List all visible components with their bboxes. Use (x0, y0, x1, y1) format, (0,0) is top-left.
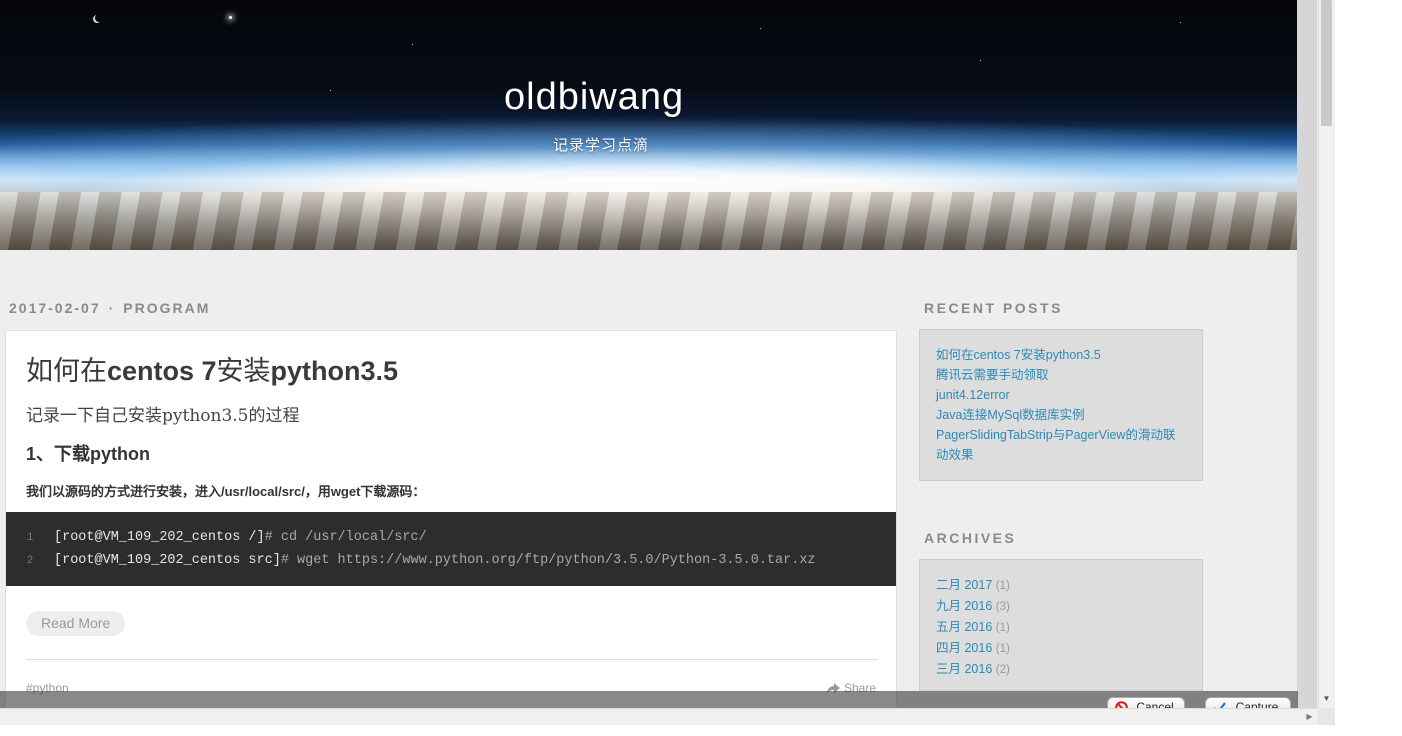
post-paragraph: 我们以源码的方式进行安装，进入/usr/local/src/，用wget下载源码… (26, 484, 426, 499)
code-prompt: [root@VM_109_202_centos /] (54, 530, 265, 545)
star-decoration (412, 44, 413, 45)
code-line: 1 [root@VM_109_202_centos /]# cd /usr/loc… (6, 526, 896, 549)
recent-post-link[interactable]: 腾讯云需要手动领取 (936, 365, 1187, 385)
post-title[interactable]: 如何在centos 7安装python3.5 (26, 349, 398, 388)
line-number: 2 (26, 555, 34, 567)
star-decoration (980, 60, 981, 61)
code-line: 2 [root@VM_109_202_centos src]# wget http… (6, 549, 896, 572)
post-divider (26, 659, 878, 660)
archive-item: 三月 2016 (2) (936, 659, 1187, 680)
archive-item: 九月 2016 (3) (936, 596, 1187, 617)
recent-post-link[interactable]: PagerSlidingTabStrip与PagerView的滑动联动效果 (936, 425, 1187, 465)
scrollbar-corner (1318, 708, 1335, 725)
code-command: # wget https://www.python.org/ftp/python… (280, 553, 816, 568)
post-title-end: python3.5 (270, 356, 399, 386)
read-more-button[interactable]: Read More (26, 611, 126, 636)
window-scrollbar-thumb[interactable] (1321, 0, 1332, 126)
star-decoration (330, 90, 331, 91)
recent-post-link[interactable]: Java连接MySql数据库实例 (936, 405, 1187, 425)
archive-item: 四月 2016 (1) (936, 638, 1187, 659)
post-title-mid: 安装 (216, 356, 271, 386)
archive-link[interactable]: 三月 2016 (936, 662, 992, 676)
site-subtitle: 记录学习点滴 (553, 137, 650, 154)
cloud-layer (0, 192, 1314, 250)
archive-link[interactable]: 九月 2016 (936, 599, 992, 613)
archive-link[interactable]: 四月 2016 (936, 641, 992, 655)
star-decoration (760, 28, 761, 29)
archive-count: (1) (995, 622, 1010, 634)
archive-item: 二月 2017 (1) (936, 575, 1187, 596)
archive-count: (1) (995, 580, 1010, 592)
archive-count: (1) (995, 643, 1010, 655)
recent-post-link[interactable]: 如何在centos 7安装python3.5 (936, 345, 1187, 365)
post-section-heading: 1、下载python (26, 444, 150, 464)
scroll-right-arrow-icon[interactable]: ▶ (1301, 708, 1318, 725)
post-date: 2017-02-07 (9, 300, 101, 316)
star-decoration (229, 16, 232, 19)
recent-post-link[interactable]: junit4.12error (936, 385, 1187, 405)
post-meta: 2017-02-07 · PROGRAM (9, 300, 210, 316)
archives-title: ARCHIVES (924, 530, 1017, 546)
archive-count: (2) (995, 664, 1010, 676)
site-title[interactable]: oldbiwang (504, 76, 684, 119)
page-viewport: oldbiwang 记录学习点滴 2017-02-07 · PROGRAM 如何在c… (0, 0, 1318, 708)
post-lead: 记录一下自己安装python3.5的过程 (26, 406, 300, 426)
code-prompt: [root@VM_109_202_centos src] (54, 553, 281, 568)
archive-link[interactable]: 五月 2016 (936, 620, 992, 634)
meta-separator: · (108, 300, 116, 316)
post-title-os: centos 7 (107, 356, 217, 386)
archives-widget: 二月 2017 (1) 九月 2016 (3) 五月 2016 (1) 四月 2… (919, 559, 1203, 691)
star-decoration (1180, 22, 1181, 23)
horizontal-scrollbar[interactable] (0, 708, 1318, 725)
line-number: 1 (26, 532, 34, 544)
page-scrollbar[interactable] (1297, 0, 1317, 708)
archive-link[interactable]: 二月 2017 (936, 578, 992, 592)
recent-posts-title: RECENT POSTS (924, 300, 1063, 316)
code-block: 1 [root@VM_109_202_centos /]# cd /usr/loc… (6, 512, 896, 586)
archive-item: 五月 2016 (1) (936, 617, 1187, 638)
site-banner: oldbiwang 记录学习点滴 (0, 0, 1314, 250)
post-title-prefix: 如何在 (26, 356, 107, 386)
recent-posts-widget: 如何在centos 7安装python3.5 腾讯云需要手动领取 junit4.… (919, 329, 1203, 481)
moon-icon (95, 14, 103, 22)
capture-overlay-bar (0, 691, 1298, 708)
post-category-link[interactable]: PROGRAM (123, 300, 210, 316)
post-card: 如何在centos 7安装python3.5 记录一下自己安装python3.5… (5, 330, 897, 708)
scroll-down-arrow-icon[interactable]: ▼ (1318, 690, 1335, 707)
code-command: # cd /usr/local/src/ (264, 530, 427, 545)
archive-count: (3) (995, 601, 1010, 613)
